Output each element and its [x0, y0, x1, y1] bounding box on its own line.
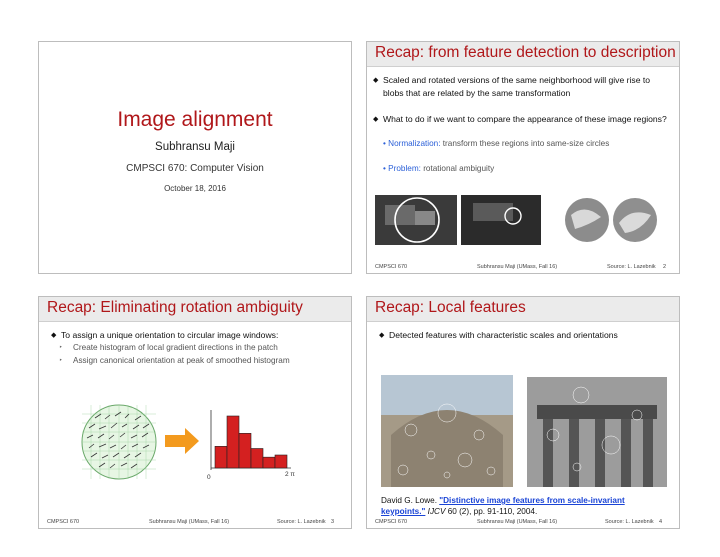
page-number: 3 — [331, 519, 335, 525]
footer-author: Subhransu Maji (UMass, Fall 16) — [149, 519, 230, 525]
footer-author: Subhransu Maji (UMass, Fall 16) — [477, 264, 558, 270]
diamond-bullet-icon: ◆ — [373, 116, 379, 123]
histogram-bar — [262, 456, 276, 469]
histogram-bar — [250, 448, 264, 469]
histogram-bar — [214, 446, 228, 469]
sub-bullet-item: • Normalization: transform these regions… — [383, 139, 610, 148]
footer-source: Source: L. Lazebnik — [607, 264, 656, 270]
page-number: 2 — [663, 264, 667, 270]
slide-title: Recap: from feature detection to descrip… — [375, 44, 676, 61]
bullet-item: ◆ To assign a unique orientation to circ… — [51, 329, 346, 342]
sub-bullet-item: ‣ Create histogram of local gradient dir… — [59, 343, 278, 352]
slide-title: Recap: Eliminating rotation ambiguity — [47, 299, 303, 316]
footer-source: Source: L. Lazebnik — [605, 519, 654, 525]
histogram-bar — [238, 433, 252, 469]
slide-2: Recap: from feature detection to descrip… — [366, 41, 680, 274]
slide-title-bar: Recap: from feature detection to descrip… — [367, 42, 679, 67]
slide-title: Recap: Local features — [375, 299, 526, 316]
presentation-title: Image alignment — [117, 108, 273, 131]
histogram-bar — [226, 415, 240, 469]
diamond-bullet-icon: ◆ — [51, 332, 57, 339]
bullet-item: ◆ What to do if we want to compare the a… — [373, 113, 668, 126]
gradient-patch-figure — [81, 404, 157, 480]
arrow-bullet-icon: ‣ — [59, 358, 63, 364]
slide-title-bar: Recap: Eliminating rotation ambiguity — [39, 297, 351, 322]
presentation-date: October 18, 2016 — [164, 184, 226, 193]
sub-bullet-item: • Problem: rotational ambiguity — [383, 164, 495, 173]
histogram-bar — [274, 454, 288, 469]
blob-images-figure — [375, 195, 657, 245]
footer-author: Subhransu Maji (UMass, Fall 16) — [477, 519, 558, 525]
histogram-axis-end: 2 π — [285, 471, 295, 478]
bullet-item: ◆ Scaled and rotated versions of the sam… — [373, 75, 651, 98]
sub-bullet-item: ‣ Assign canonical orientation at peak o… — [59, 356, 290, 365]
footer-course: CMPSCI 670 — [375, 264, 408, 270]
diamond-bullet-icon: ◆ — [379, 332, 385, 339]
footer-course: CMPSCI 670 — [47, 519, 80, 525]
slide-3: Recap: Eliminating rotation ambiguity ◆ … — [38, 296, 352, 529]
orientation-histogram — [210, 410, 291, 470]
slide-4: Recap: Local features ◆ Detected feature… — [366, 296, 680, 529]
arrow-bullet-icon: ‣ — [59, 345, 63, 351]
orange-arrow-icon — [165, 428, 199, 454]
histogram-axis-start: 0 — [207, 474, 211, 481]
author-name: Subhransu Maji — [155, 141, 235, 153]
slide-1-title: Image alignment Subhransu Maji CMPSCI 67… — [38, 41, 352, 274]
citation: David G. Lowe. "Distinctive image featur… — [381, 496, 625, 516]
bullet-item: ◆ Detected features with characteristic … — [379, 329, 674, 342]
page-number: 4 — [659, 519, 663, 525]
slide-title-bar: Recap: Local features — [367, 297, 679, 322]
local-features-photos — [381, 375, 667, 487]
footer-source: Source: L. Lazebnik — [277, 519, 326, 525]
footer-course: CMPSCI 670 — [375, 519, 408, 525]
course-name: CMPSCI 670: Computer Vision — [126, 163, 264, 174]
diamond-bullet-icon: ◆ — [373, 77, 379, 84]
